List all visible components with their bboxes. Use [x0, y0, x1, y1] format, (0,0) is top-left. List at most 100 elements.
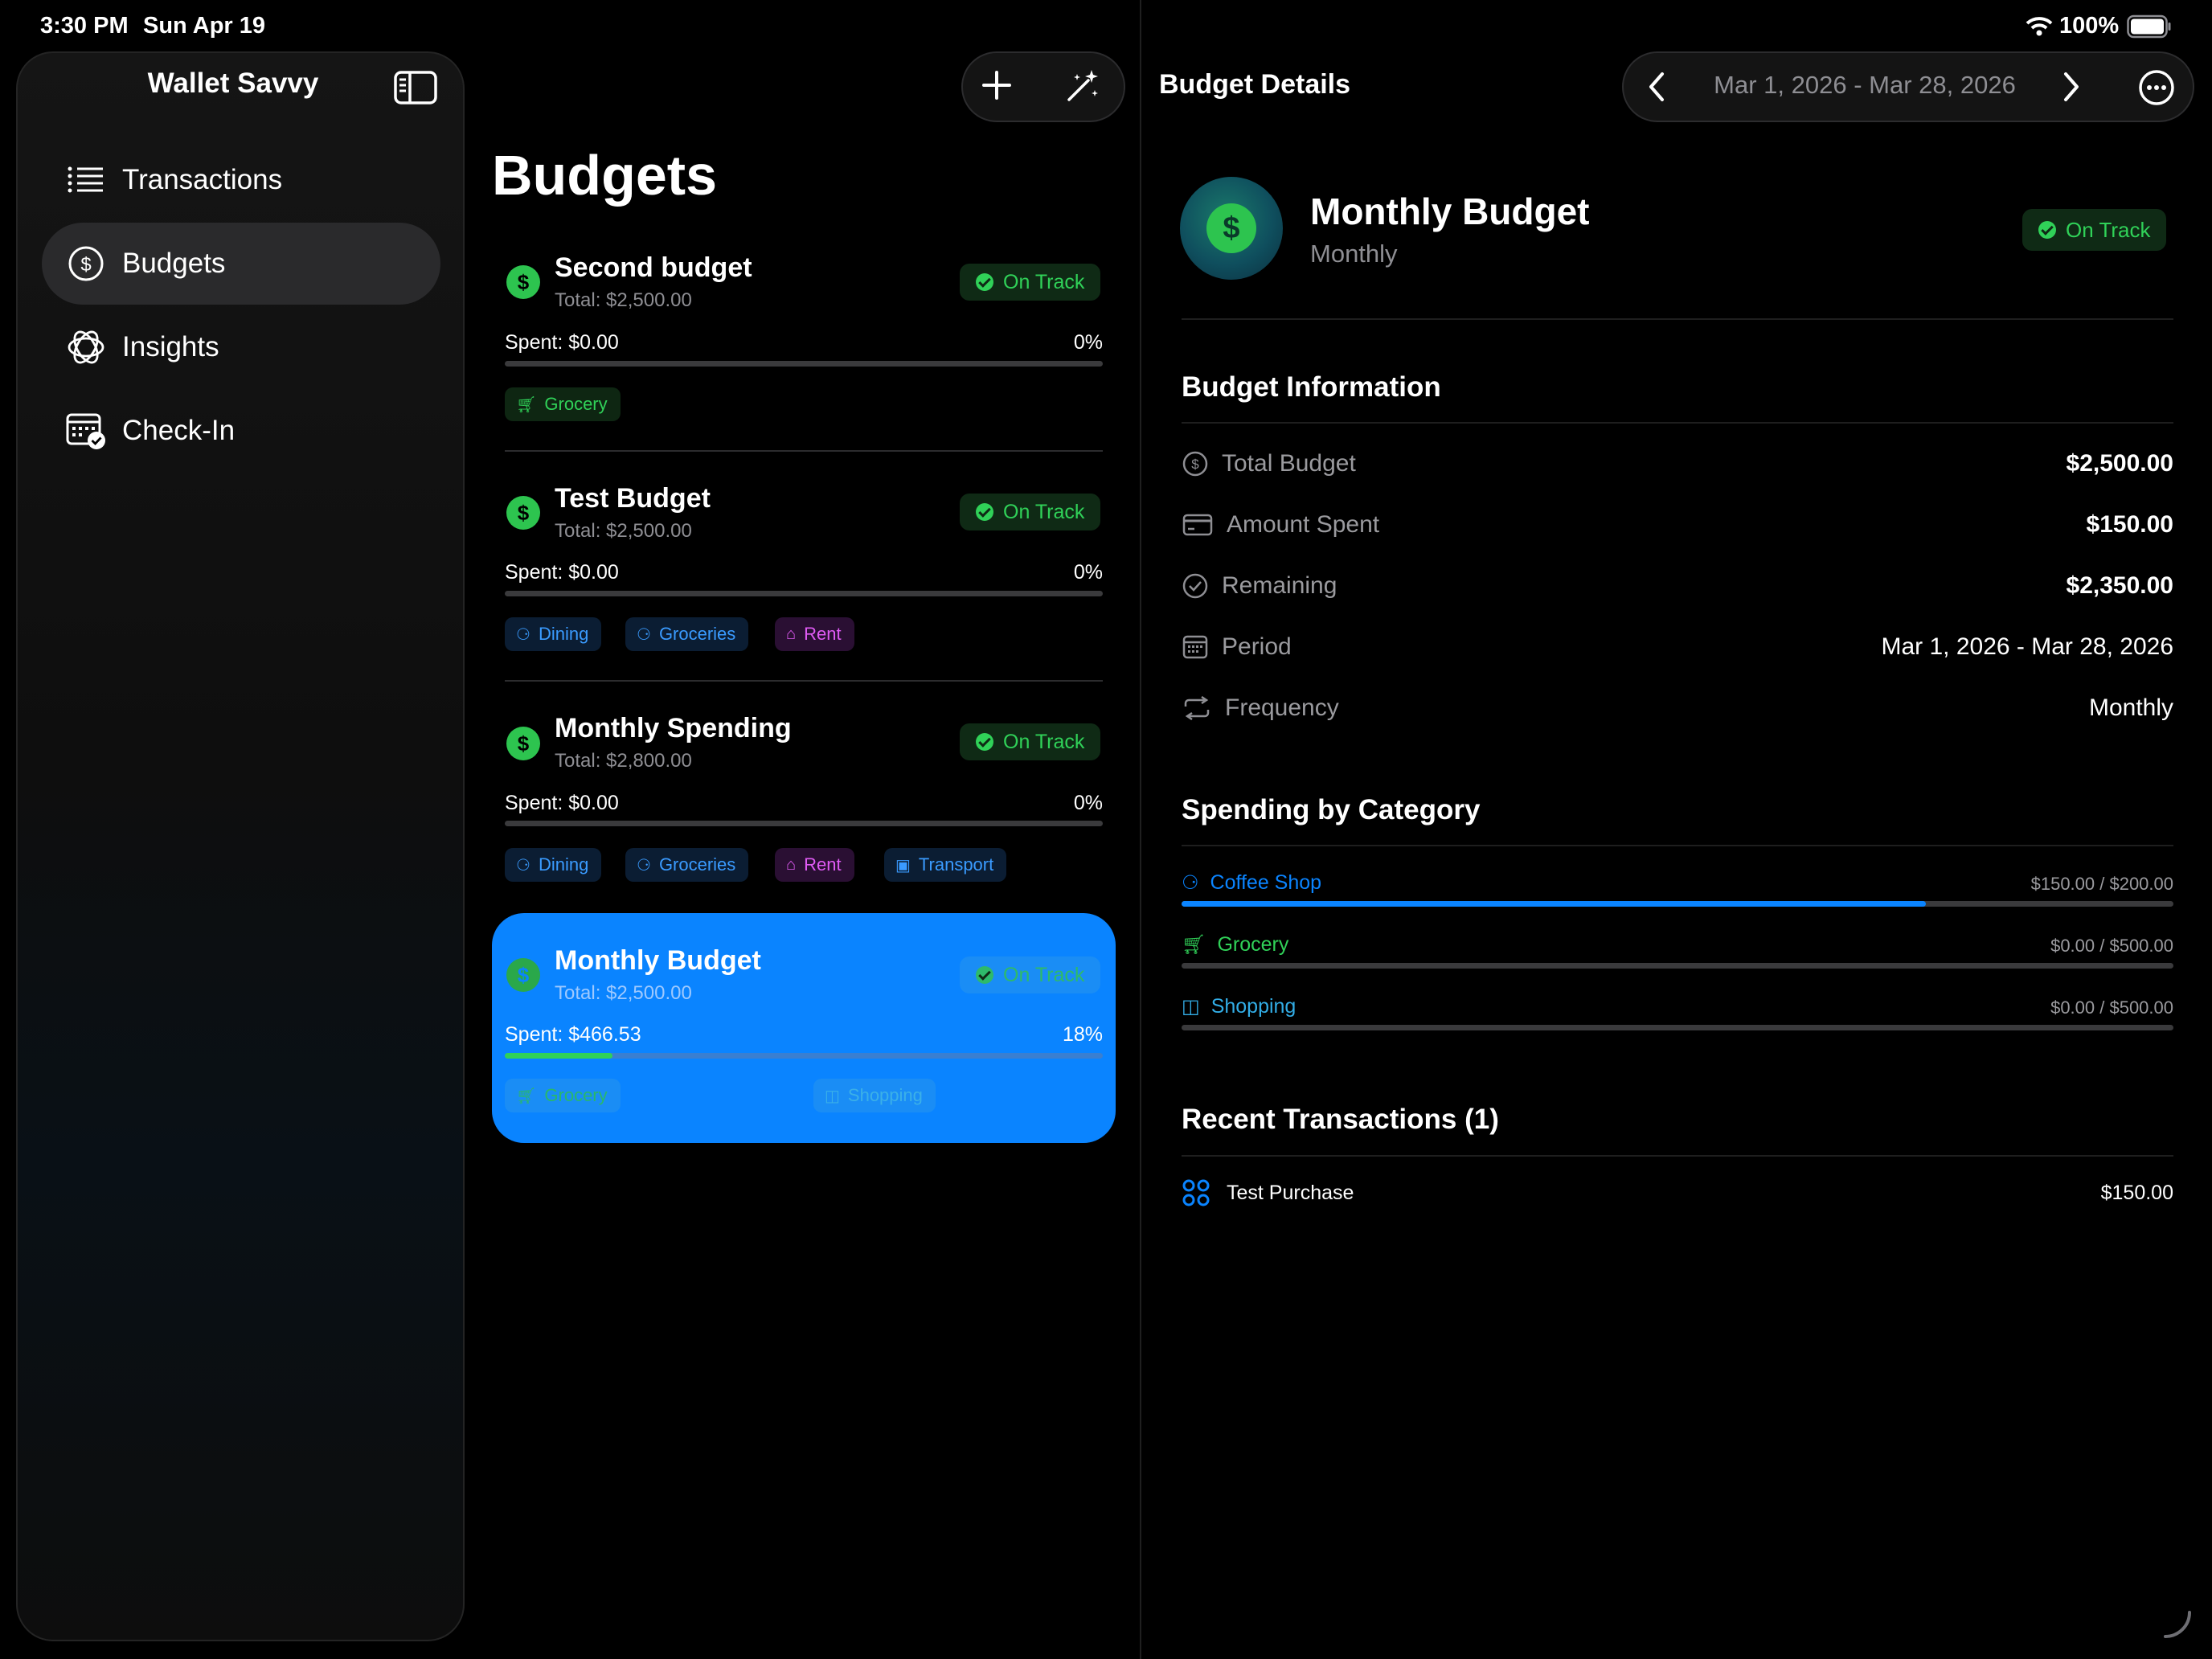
- check-circle-icon: [976, 733, 993, 751]
- check-circle-icon: [2038, 221, 2056, 239]
- svg-text:$: $: [1191, 457, 1199, 472]
- budget-total: Total: $2,500.00: [555, 520, 692, 542]
- section-title-budget-info: Budget Information: [1182, 371, 1441, 403]
- budget-name[interactable]: Monthly Budget: [555, 945, 761, 977]
- sidebar-item-budgets[interactable]: $ Budgets: [42, 223, 440, 305]
- divider: [505, 680, 1103, 682]
- chip-rent: ⌂ Rent: [775, 848, 854, 882]
- budget-name[interactable]: Second budget: [555, 252, 752, 284]
- section-title-spending: Spending by Category: [1182, 794, 1481, 825]
- budget-name[interactable]: Monthly Spending: [555, 713, 792, 744]
- progress-track: [505, 361, 1103, 367]
- add-icon[interactable]: [979, 68, 1014, 107]
- info-row-period-value: Mar 1, 2026 - Mar 28, 2026: [1881, 633, 2173, 660]
- check-circle-icon: [976, 273, 993, 291]
- sidebar-toggle-icon[interactable]: [394, 71, 437, 109]
- more-options-icon[interactable]: [2138, 69, 2175, 110]
- credit-card-icon: [1182, 511, 1214, 539]
- grid-icon: ⚆: [516, 625, 530, 644]
- info-row-spent-label: Amount Spent: [1182, 511, 1379, 539]
- status-badge: On Track: [960, 264, 1101, 301]
- percent-label: 0%: [1073, 561, 1103, 584]
- calendar-check-icon: [66, 411, 106, 451]
- category-amount: $0.00 / $500.00: [2050, 997, 2173, 1018]
- budget-name[interactable]: Test Budget: [555, 483, 711, 514]
- resize-handle-icon[interactable]: [2162, 1608, 2194, 1644]
- chevron-left-icon[interactable]: [1643, 69, 1670, 109]
- date-range-label[interactable]: Mar 1, 2026 - Mar 28, 2026: [1688, 71, 2042, 100]
- status-badge: On Track: [2022, 209, 2167, 251]
- info-row-remaining-value: $2,350.00: [2066, 572, 2173, 599]
- detail-title: Budget Details: [1159, 69, 1351, 100]
- battery-percent: 100%: [2059, 13, 2120, 39]
- check-circle-icon: [1182, 572, 1209, 600]
- svg-text:$: $: [80, 254, 91, 276]
- info-row-frequency-value: Monthly: [2088, 694, 2173, 721]
- budget-detail-frequency: Monthly: [1310, 240, 1398, 268]
- status-badge: On Track: [960, 494, 1101, 530]
- grid-icon: ⚆: [1182, 872, 1199, 894]
- status-badge: On Track: [960, 723, 1101, 760]
- spent-label: Spent: $466.53: [505, 1023, 641, 1046]
- budget-total: Total: $2,800.00: [555, 750, 692, 772]
- sidebar-item-label: Transactions: [122, 164, 283, 195]
- bus-icon: ▣: [895, 856, 911, 875]
- grid-icon: ⚆: [637, 625, 651, 644]
- check-circle-icon: [976, 966, 993, 984]
- section-title-transactions: Recent Transactions (1): [1182, 1104, 1499, 1135]
- percent-label: 0%: [1073, 331, 1103, 354]
- chip-groceries: ⚆ Groceries: [625, 617, 749, 651]
- column-divider: [1140, 0, 1141, 1659]
- chip-rent: ⌂ Rent: [775, 617, 854, 651]
- dollar-icon: $: [506, 958, 540, 992]
- divider: [1182, 845, 2173, 846]
- wifi-icon: [2026, 16, 2053, 41]
- status-date: Sun Apr 19: [143, 13, 266, 39]
- category-progress-track: [1182, 963, 2173, 969]
- category-shopping: ◫ Shopping: [1182, 995, 1296, 1018]
- chip-dining: ⚆ Dining: [505, 848, 602, 882]
- sidebar-item-label: Budgets: [122, 248, 226, 279]
- sidebar-item-check-in[interactable]: Check-In: [42, 390, 440, 472]
- info-row-total-label: $ Total Budget: [1182, 450, 1356, 477]
- check-circle-icon: [976, 503, 993, 521]
- info-row-frequency-label: Frequency: [1182, 694, 1339, 722]
- percent-label: 0%: [1073, 792, 1103, 814]
- transaction-amount: $150.00: [2100, 1182, 2173, 1204]
- divider: [1182, 1155, 2173, 1157]
- page-title: Budgets: [492, 144, 717, 207]
- category-amount: $150.00 / $200.00: [2030, 874, 2173, 894]
- calendar-icon: [1182, 633, 1209, 661]
- category-progress-track: [1182, 901, 2173, 907]
- repeat-icon: [1182, 694, 1212, 722]
- house-icon: ⌂: [786, 855, 797, 874]
- sidebar-item-insights[interactable]: Insights: [42, 306, 440, 388]
- budget-avatar: $: [1180, 177, 1283, 280]
- progress-track: [505, 1053, 1103, 1059]
- status-badge: On Track: [960, 956, 1101, 993]
- magic-wand-icon[interactable]: [1064, 68, 1101, 109]
- budget-detail-name: Monthly Budget: [1310, 190, 1590, 232]
- spent-label: Spent: $0.00: [505, 792, 619, 814]
- chip-transport: ▣ Transport: [884, 848, 1007, 882]
- cart-icon: 🛒︎: [516, 395, 537, 414]
- chip-shopping: ◫ Shopping: [813, 1079, 936, 1112]
- chevron-right-icon[interactable]: [2058, 69, 2085, 109]
- cart-icon: 🛒︎: [1182, 934, 1206, 956]
- spent-label: Spent: $0.00: [505, 331, 619, 354]
- transaction-label[interactable]: Test Purchase: [1227, 1182, 1354, 1205]
- progress-track: [505, 821, 1103, 826]
- category-grocery: 🛒︎ Grocery: [1182, 933, 1289, 956]
- percent-label: 18%: [1062, 1023, 1103, 1046]
- category-amount: $0.00 / $500.00: [2050, 936, 2173, 956]
- bag-icon: ◫: [1182, 996, 1200, 1018]
- dollar-icon: $: [506, 265, 540, 299]
- sidebar-item-transactions[interactable]: Transactions: [42, 139, 440, 221]
- chip-dining: ⚆ Dining: [505, 617, 602, 651]
- chip-grocery: 🛒︎ Grocery: [505, 1079, 621, 1112]
- battery-icon: [2127, 14, 2172, 43]
- dollar-icon: $: [506, 727, 540, 760]
- info-row-spent-value: $150.00: [2086, 511, 2173, 538]
- budget-total: Total: $2,500.00: [555, 982, 692, 1004]
- sidebar-item-label: Check-In: [122, 415, 236, 446]
